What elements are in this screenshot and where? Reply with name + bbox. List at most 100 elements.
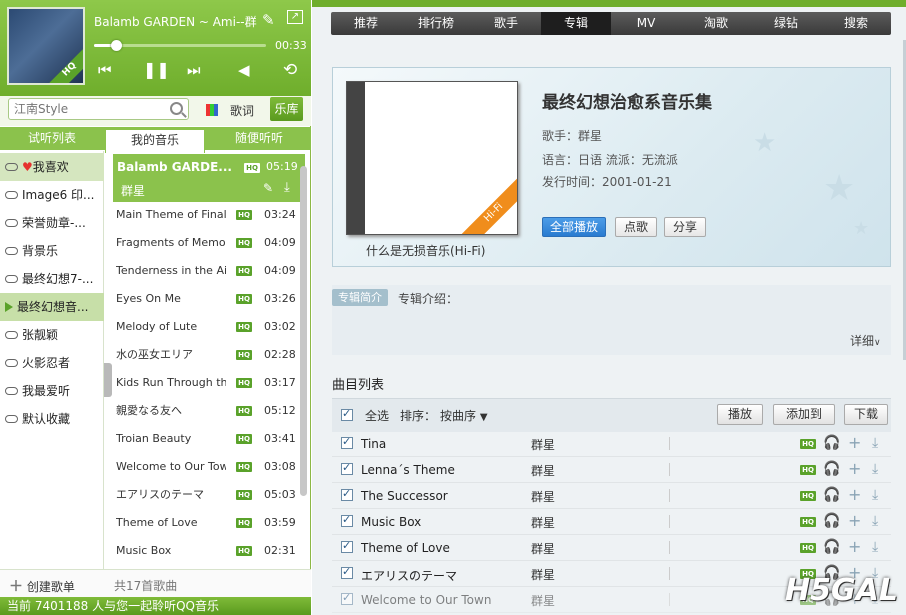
create-playlist-label: 创建歌单 bbox=[26, 580, 75, 594]
song-row[interactable]: Music Box HQ 02:31 bbox=[116, 537, 306, 565]
song-row[interactable]: Theme of Love HQ 03:59 bbox=[116, 509, 306, 537]
download-icon[interactable]: ⤓ bbox=[872, 487, 878, 503]
download-icon[interactable]: ⤓ bbox=[872, 513, 878, 529]
song-row[interactable]: Melody of Lute HQ 03:02 bbox=[116, 313, 306, 341]
headphones-icon[interactable]: 🎧 bbox=[823, 487, 840, 503]
repeat-icon[interactable]: ⟲ bbox=[283, 60, 297, 80]
progress-bar[interactable] bbox=[94, 40, 266, 51]
track-checkbox[interactable] bbox=[341, 435, 353, 449]
add-icon[interactable]: + bbox=[848, 511, 861, 530]
song-row[interactable]: エアリスのテーマ HQ 05:03 bbox=[116, 481, 306, 509]
nav-recommend[interactable]: 推荐 bbox=[331, 12, 401, 35]
play-all-button[interactable]: 全部播放 bbox=[542, 217, 606, 237]
download-icon[interactable]: ⤓ bbox=[872, 435, 878, 451]
tab-random-listen[interactable]: 随便听听 bbox=[207, 127, 311, 150]
song-row[interactable]: Fragments of Memo... HQ 04:09 bbox=[116, 229, 306, 257]
elapsed-time: 00:33 bbox=[275, 39, 307, 52]
headphones-icon[interactable]: 🎧 bbox=[823, 513, 840, 529]
track-checkbox[interactable] bbox=[341, 487, 353, 501]
play-button[interactable]: 播放 bbox=[717, 404, 763, 425]
track-checkbox[interactable] bbox=[341, 461, 353, 475]
nav-taoge[interactable]: 淘歌 bbox=[681, 12, 751, 35]
track-checkbox[interactable] bbox=[341, 565, 353, 579]
nav-green-diamond[interactable]: 绿钻 bbox=[751, 12, 821, 35]
nav-mv[interactable]: MV bbox=[611, 12, 681, 35]
detail-link[interactable]: 详细∨ bbox=[850, 332, 881, 349]
nav-search[interactable]: 搜索 bbox=[821, 12, 891, 35]
track-row[interactable]: The Successor 群星 HQ 🎧 + ⤓ bbox=[332, 483, 891, 509]
nav-charts[interactable]: 排行榜 bbox=[401, 12, 471, 35]
tab-trial-list[interactable]: 试听列表 bbox=[0, 127, 104, 150]
song-name: Troian Beauty bbox=[116, 432, 192, 445]
playlist-item[interactable]: 张靓颖 bbox=[0, 321, 104, 349]
track-name: エアリスのテーマ bbox=[361, 569, 458, 583]
search-input[interactable] bbox=[14, 101, 164, 117]
tab-my-music[interactable]: 我的音乐 bbox=[105, 129, 205, 153]
create-playlist-button[interactable]: ＋ 创建歌单 bbox=[9, 576, 75, 596]
track-row[interactable]: Tina 群星 HQ 🎧 + ⤓ bbox=[332, 431, 891, 457]
next-icon[interactable]: ⏭ bbox=[187, 61, 201, 79]
like-icon[interactable]: ✎ bbox=[263, 181, 273, 195]
headphones-icon[interactable]: 🎧 bbox=[823, 461, 840, 477]
library-button[interactable]: 乐库 bbox=[270, 97, 303, 121]
track-row[interactable]: Lenna´s Theme 群星 HQ 🎧 + ⤓ bbox=[332, 457, 891, 483]
nav-albums[interactable]: 专辑 bbox=[541, 12, 611, 35]
album-cover[interactable]: HQ bbox=[7, 7, 85, 85]
playlist-label: 最终幻想7-... bbox=[22, 272, 94, 286]
playlist-item-playing[interactable]: 最终幻想音... bbox=[0, 293, 104, 321]
playlist-item[interactable]: 背景乐 bbox=[0, 237, 104, 265]
playlist-item[interactable]: 火影忍者 bbox=[0, 349, 104, 377]
headphones-icon[interactable]: 🎧 bbox=[823, 435, 840, 451]
track-checkbox[interactable] bbox=[341, 513, 353, 527]
add-icon[interactable]: + bbox=[848, 433, 861, 452]
lyrics-button[interactable]: 歌词 bbox=[230, 102, 254, 119]
album-art[interactable]: Hi-Fi bbox=[346, 81, 518, 235]
download-button[interactable]: 下载 bbox=[844, 404, 888, 425]
playlist-item[interactable]: 最终幻想7-... bbox=[0, 265, 104, 293]
track-row[interactable]: Music Box 群星 HQ 🎧 + ⤓ bbox=[332, 509, 891, 535]
sort-value: 按曲序 bbox=[440, 409, 477, 423]
song-row[interactable]: Kids Run Through th... HQ 03:17 bbox=[116, 369, 306, 397]
cloud-icon bbox=[5, 331, 18, 339]
add-to-button[interactable]: 添加到 bbox=[773, 404, 835, 425]
download-icon[interactable]: ⤓ bbox=[872, 461, 878, 477]
skin-icon[interactable] bbox=[206, 104, 218, 116]
song-row[interactable]: 親愛なる友へ HQ 05:12 bbox=[116, 397, 306, 425]
mini-mode-icon[interactable]: ✎ bbox=[262, 11, 275, 29]
search-icon[interactable] bbox=[170, 102, 183, 115]
track-checkbox[interactable] bbox=[341, 591, 353, 605]
track-checkbox[interactable] bbox=[341, 539, 353, 553]
sort-label: 排序： bbox=[400, 409, 437, 423]
pause-icon[interactable]: ❚❚ bbox=[143, 60, 170, 79]
song-list-scrollbar[interactable] bbox=[300, 166, 307, 496]
nav-singers[interactable]: 歌手 bbox=[471, 12, 541, 35]
download-icon[interactable]: ⤓ bbox=[284, 180, 290, 195]
progress-knob[interactable] bbox=[111, 40, 123, 51]
song-row[interactable]: Main Theme of Final... HQ 03:24 bbox=[116, 201, 306, 229]
request-song-button[interactable]: 点歌 bbox=[615, 217, 657, 237]
current-song[interactable]: Balamb GARDE... HQ 05:19 群星 ✎ ⤓ bbox=[113, 154, 305, 202]
add-icon[interactable]: + bbox=[848, 485, 861, 504]
playlist-item[interactable]: 荣誉勋章-... bbox=[0, 209, 104, 237]
sort-dropdown[interactable]: 按曲序 ▼ bbox=[440, 407, 488, 424]
share-button[interactable]: 分享 bbox=[664, 217, 706, 237]
volume-icon[interactable]: ◀ bbox=[238, 61, 250, 79]
playlist-item[interactable]: 我最爱听 bbox=[0, 377, 104, 405]
song-row[interactable]: Eyes On Me HQ 03:26 bbox=[116, 285, 306, 313]
song-row[interactable]: Troian Beauty HQ 03:41 bbox=[116, 425, 306, 453]
hifi-help-link[interactable]: 什么是无损音乐(Hi-Fi) bbox=[366, 242, 485, 259]
song-row[interactable]: Tenderness in the Air HQ 04:09 bbox=[116, 257, 306, 285]
share-icon[interactable]: ↗ bbox=[287, 10, 303, 24]
search-row: 歌词 乐库 bbox=[0, 96, 311, 126]
playlist-item[interactable]: Image6 印... bbox=[0, 181, 104, 209]
song-row[interactable]: Welcome to Our Town HQ 03:08 bbox=[116, 453, 306, 481]
add-icon[interactable]: + bbox=[848, 459, 861, 478]
song-row[interactable]: 水の巫女エリア HQ 02:28 bbox=[116, 341, 306, 369]
search-box[interactable] bbox=[8, 98, 189, 120]
playlist-item[interactable]: ♥我喜欢 bbox=[0, 153, 104, 181]
select-all-checkbox[interactable] bbox=[341, 407, 353, 421]
playlist-item[interactable]: 默认收藏 bbox=[0, 405, 104, 433]
playlist-label: 默认收藏 bbox=[22, 412, 71, 426]
track-name: Music Box bbox=[361, 515, 422, 529]
previous-icon[interactable]: ⏮ bbox=[98, 61, 112, 79]
